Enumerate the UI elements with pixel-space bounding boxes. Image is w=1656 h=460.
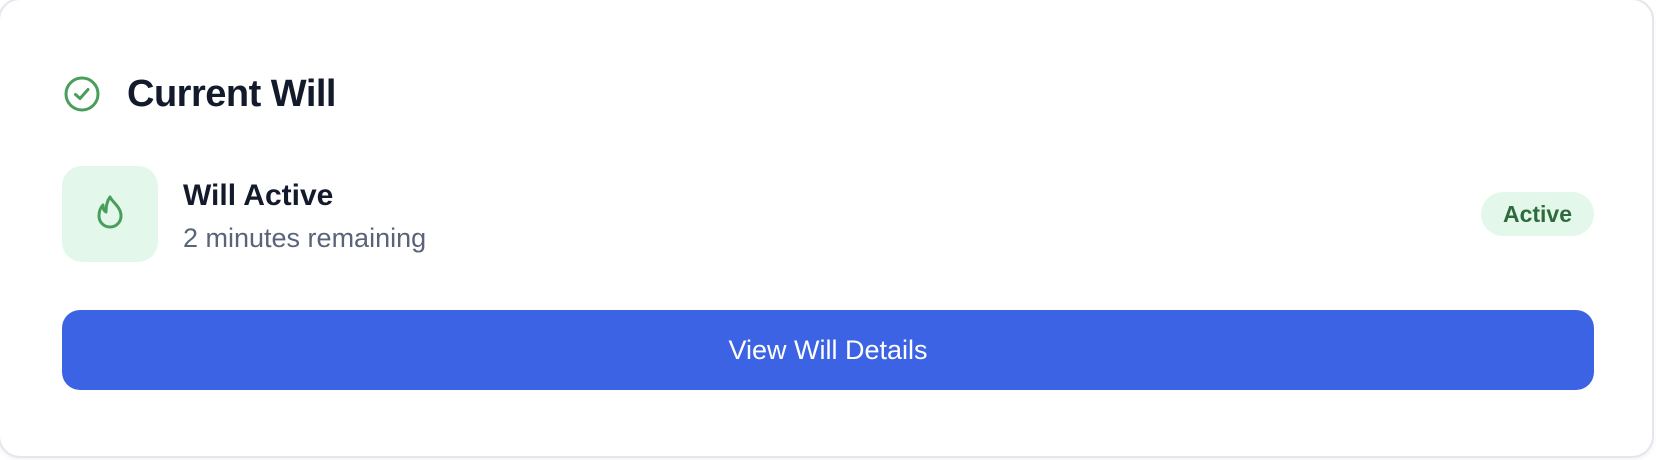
flame-icon xyxy=(93,194,127,235)
will-status-row: Will Active 2 minutes remaining Active xyxy=(62,166,1594,262)
current-will-card: Current Will Will Active 2 minutes remai… xyxy=(0,0,1654,458)
will-status-title: Will Active xyxy=(183,179,334,212)
card-title: Current Will xyxy=(127,72,337,115)
check-circle-icon xyxy=(62,74,102,114)
status-badge: Active xyxy=(1480,192,1594,236)
card-header: Current Will xyxy=(62,66,337,122)
will-time-remaining: 2 minutes remaining xyxy=(183,223,427,253)
status-icon-tile xyxy=(62,166,158,262)
view-will-details-button[interactable]: View Will Details xyxy=(62,310,1594,390)
status-text-group: Will Active 2 minutes remaining xyxy=(183,178,426,254)
